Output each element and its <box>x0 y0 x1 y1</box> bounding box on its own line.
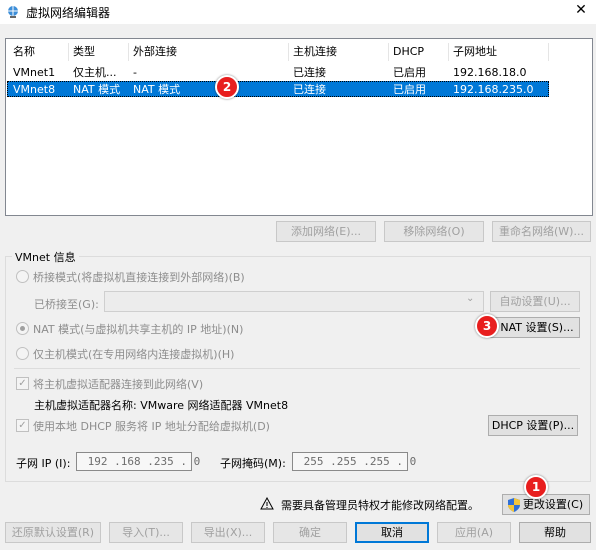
column-header-name[interactable]: 名称 <box>9 43 69 61</box>
cell-name: VMnet8 <box>13 83 56 96</box>
network-globe-icon <box>8 6 18 18</box>
cell-dhcp: 已启用 <box>393 66 426 79</box>
column-header-host[interactable]: 主机连接 <box>289 43 389 61</box>
shield-icon <box>508 498 520 512</box>
host-only-radio[interactable] <box>16 347 29 360</box>
cell-external: NAT 模式 <box>133 83 181 96</box>
subnet-ip-label: 子网 IP (I): <box>16 457 71 470</box>
bridge-mode-label: 桥接模式(将虚拟机直接连接到外部网络)(B) <box>33 271 245 284</box>
window-title: 虚拟网络编辑器 <box>26 6 111 20</box>
step-badge-3: 3 <box>475 314 499 338</box>
bridged-to-select[interactable] <box>104 291 484 312</box>
cell-type: NAT 模式 <box>73 83 121 96</box>
dhcp-checkbox[interactable]: ✓ <box>16 419 29 432</box>
column-header-type[interactable]: 类型 <box>69 43 129 61</box>
import-button[interactable]: 导入(T)... <box>109 522 183 543</box>
column-header-external[interactable]: 外部连接 <box>129 43 289 61</box>
nat-mode-label: NAT 模式(与虚拟机共享主机的 IP 地址)(N) <box>33 323 244 336</box>
adapter-name-text: 主机虚拟适配器名称: VMware 网络适配器 VMnet8 <box>34 399 289 412</box>
table-row-selected[interactable]: VMnet8 NAT 模式 NAT 模式 已连接 已启用 192.168.235… <box>7 81 549 97</box>
divider <box>14 368 580 369</box>
step-badge-1: 1 <box>524 475 548 499</box>
subnet-mask-label: 子网掩码(M): <box>220 457 286 470</box>
dhcp-settings-button[interactable]: DHCP 设置(P)... <box>488 415 578 436</box>
bridge-mode-radio[interactable] <box>16 270 29 283</box>
close-icon[interactable]: ✕ <box>572 2 590 20</box>
export-button[interactable]: 导出(X)... <box>191 522 265 543</box>
auto-settings-button[interactable]: 自动设置(U)... <box>490 291 580 312</box>
bridged-to-label: 已桥接至(G): <box>34 298 99 311</box>
cell-subnet: 192.168.18.0 <box>453 66 527 79</box>
table-row[interactable]: VMnet1 仅主机... - 已连接 已启用 192.168.18.0 <box>7 65 549 81</box>
cell-subnet: 192.168.235.0 <box>453 83 534 96</box>
cell-name: VMnet1 <box>13 66 56 79</box>
rename-network-button[interactable]: 重命名网络(W)... <box>492 221 591 242</box>
cell-external: - <box>133 66 137 79</box>
admin-warning-text: 需要具备管理员特权才能修改网络配置。 <box>281 499 479 512</box>
host-only-label: 仅主机模式(在专用网络内连接虚拟机)(H) <box>33 348 235 361</box>
cell-dhcp: 已启用 <box>393 83 426 96</box>
vmnet-info-label: VMnet 信息 <box>12 249 79 265</box>
connect-adapter-checkbox[interactable]: ✓ <box>16 377 29 390</box>
ok-button[interactable]: 确定 <box>273 522 347 543</box>
chevron-down-icon: ⌄ <box>466 293 475 304</box>
dhcp-label: 使用本地 DHCP 服务将 IP 地址分配给虚拟机(D) <box>33 420 270 433</box>
warning-icon <box>260 497 274 510</box>
column-header-subnet[interactable]: 子网地址 <box>449 43 549 61</box>
connect-adapter-label: 将主机虚拟适配器连接到此网络(V) <box>33 378 204 391</box>
cell-host: 已连接 <box>293 83 326 96</box>
network-list[interactable]: 名称 类型 外部连接 主机连接 DHCP 子网地址 VMnet1 仅主机... … <box>5 38 593 216</box>
change-settings-label: 更改设置(C) <box>522 498 584 511</box>
cell-type: 仅主机... <box>73 66 117 79</box>
remove-network-button[interactable]: 移除网络(O) <box>384 221 484 242</box>
subnet-mask-input[interactable]: 255 .255 .255 . 0 <box>292 452 416 471</box>
subnet-ip-input[interactable]: 192 .168 .235 . 0 <box>76 452 200 471</box>
add-network-button[interactable]: 添加网络(E)... <box>276 221 376 242</box>
restore-defaults-button[interactable]: 还原默认设置(R) <box>5 522 101 543</box>
column-header-dhcp[interactable]: DHCP <box>389 43 449 61</box>
title-bar: 虚拟网络编辑器 ✕ <box>0 0 596 24</box>
apply-button[interactable]: 应用(A) <box>437 522 511 543</box>
cancel-button[interactable]: 取消 <box>355 522 429 543</box>
vmnet-info-group <box>5 256 591 482</box>
nat-mode-radio[interactable] <box>16 322 29 335</box>
cell-host: 已连接 <box>293 66 326 79</box>
change-settings-button[interactable]: 更改设置(C) <box>502 494 590 515</box>
help-button[interactable]: 帮助 <box>519 522 591 543</box>
step-badge-2: 2 <box>215 75 239 99</box>
